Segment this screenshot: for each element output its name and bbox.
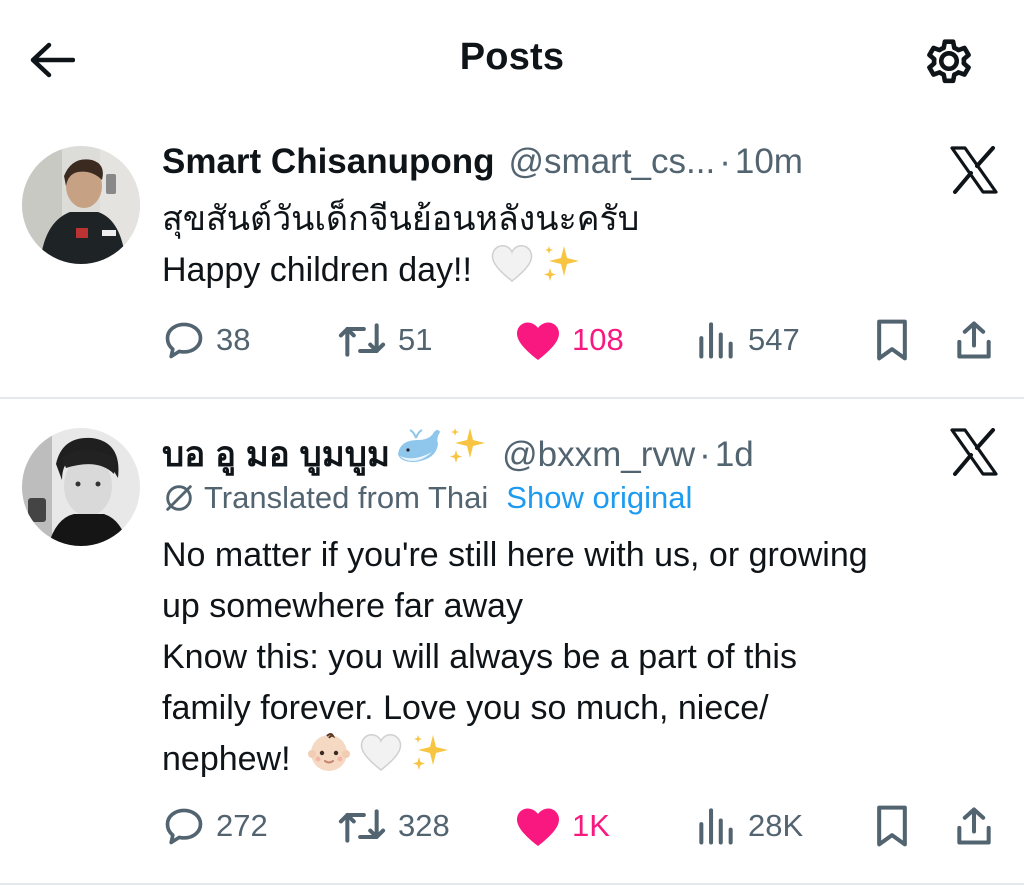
like-count: 1K [572,808,610,843]
post-text-line: Happy children day!! [162,244,582,296]
views-count: 547 [748,322,800,357]
x-logo-icon[interactable] [948,146,1000,194]
reply-icon [165,808,203,845]
white-heart-emoji-icon [490,243,534,297]
repost-icon [338,323,386,357]
post-text-line: up somewhere far away [162,587,523,625]
sparkles-emoji-icon [446,424,488,466]
post-text: nephew! [162,740,291,778]
post-divider [0,883,1024,885]
timestamp[interactable]: 10m [735,142,803,182]
repost-button[interactable]: 328 [336,796,450,856]
separator: · [699,435,711,474]
reply-button[interactable]: 272 [162,796,268,856]
post-header: บอ อู มอ บูมบูม @bxxm_rvw · 1d [162,424,754,475]
author-handle[interactable]: @bxxm_rvw [502,435,695,475]
avatar[interactable] [22,428,140,546]
gear-icon [927,39,971,84]
baby-emoji-icon [307,730,351,788]
like-button[interactable]: 108 [514,310,624,370]
page-title: Posts [459,36,565,78]
sparkles-emoji-icon [409,731,451,787]
post-text-line: สุขสันต์วันเด็กจีนย้อนหลังนะครับ [162,200,640,238]
repost-icon [338,809,386,843]
white-heart-emoji-icon [359,732,403,786]
post-divider [0,397,1024,399]
top-bar: Posts [0,0,1024,120]
bookmark-icon [877,319,907,361]
translated-label: Translated from Thai [204,480,489,515]
reply-count: 38 [216,322,251,357]
settings-button[interactable] [918,30,980,92]
share-button[interactable] [952,310,996,370]
author-name[interactable]: บอ อู มอ บูมบูม [162,427,390,482]
heart-filled-icon [517,808,559,846]
post[interactable]: Smart Chisanupong @smart_cs... · 10m สุข… [0,124,1024,398]
views-button[interactable]: 547 [694,310,800,370]
post-text-line: nephew! [162,733,451,785]
reply-button[interactable]: 38 [162,310,250,370]
whale-emoji-icon [394,426,442,466]
share-icon [957,321,991,359]
repost-button[interactable]: 51 [336,310,432,370]
translate-icon [166,485,192,511]
show-original-link[interactable]: Show original [506,480,692,516]
post-text-line: family forever. Love you so much, niece/ [162,689,769,727]
bookmark-button[interactable] [872,796,912,856]
post-text-line: No matter if you're still here with us, … [162,536,868,574]
post-text-line: Know this: you will always be a part of … [162,638,797,676]
reply-icon [165,322,203,359]
repost-count: 51 [398,322,433,357]
post-text: Happy children day!! [162,251,472,289]
views-chart-icon [699,808,733,845]
reply-count: 272 [216,808,268,843]
views-count: 28K [748,808,804,843]
bookmark-icon [877,805,907,847]
post[interactable]: บอ อู มอ บูมบูม @bxxm_rvw · 1d Translate… [0,400,1024,884]
author-handle[interactable]: @smart_cs... [509,142,716,182]
share-button[interactable] [952,796,996,856]
views-chart-icon [699,322,733,359]
repost-count: 328 [398,808,450,843]
views-button[interactable]: 28K [694,796,803,856]
author-name[interactable]: Smart Chisanupong [162,142,495,182]
like-button[interactable]: 1K [514,796,610,856]
post-actions: 38 51 108 547 [0,310,1024,370]
separator: · [719,142,731,181]
bookmark-button[interactable] [872,310,912,370]
x-logo-icon[interactable] [948,428,1000,476]
avatar[interactable] [22,146,140,264]
post-header: Smart Chisanupong @smart_cs... · 10m [162,142,803,190]
share-icon [957,807,991,845]
translation-notice: Translated from Thai Show original [162,480,692,516]
like-count: 108 [572,322,624,357]
post-actions: 272 328 1K 28K [0,796,1024,856]
timestamp[interactable]: 1d [715,435,754,475]
heart-filled-icon [517,322,559,360]
sparkles-emoji-icon [540,242,582,298]
